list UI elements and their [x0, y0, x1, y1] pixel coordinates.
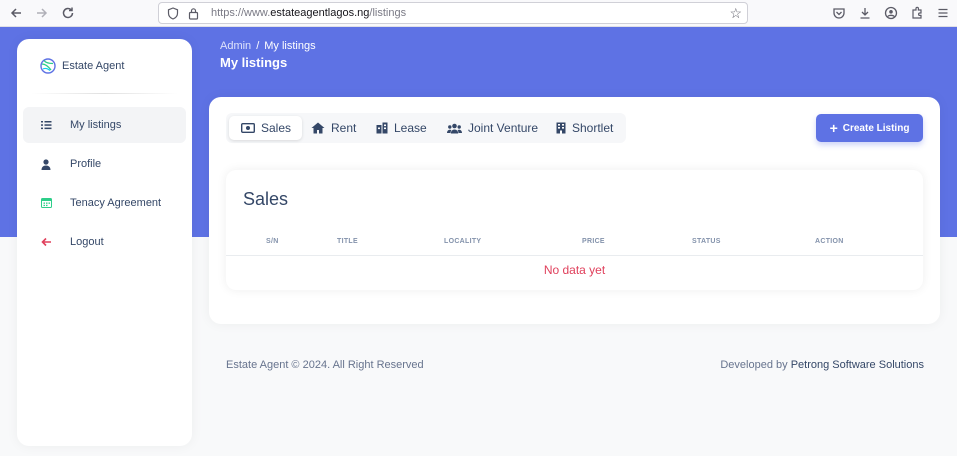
user-icon	[34, 158, 58, 170]
tab-lease[interactable]: Lease	[376, 116, 427, 140]
list-icon	[34, 120, 58, 130]
hotel-icon	[556, 122, 566, 134]
menu-icon[interactable]	[935, 5, 951, 21]
sidebar-item-label: Tenacy Agreement	[70, 197, 162, 209]
bookmark-star-icon[interactable]: ☆	[729, 5, 742, 22]
browser-toolbar: https://www.estateagentlagos.ng/listings…	[0, 0, 957, 27]
brand[interactable]: Estate Agent	[39, 57, 124, 75]
sidebar-item-tenacy-agreement[interactable]: Tenacy Agreement	[23, 185, 186, 221]
listings-card: Sales Rent Lease Joint Venture Shortlet	[209, 97, 940, 324]
footer-copyright: Estate Agent © 2024. All Right Reserved	[226, 359, 424, 371]
breadcrumb-parent[interactable]: Admin	[220, 40, 251, 52]
footer-credit: Developed by Petrong Software Solutions	[720, 359, 924, 371]
tab-label: Shortlet	[572, 121, 614, 135]
back-button[interactable]	[3, 0, 29, 26]
brand-name: Estate Agent	[62, 60, 125, 72]
sidebar-item-profile[interactable]: Profile	[23, 146, 186, 182]
breadcrumb: Admin / My listings	[220, 40, 316, 52]
create-listing-label: Create Listing	[842, 122, 910, 134]
footer-developed-by: Developed by	[720, 359, 788, 371]
create-listing-button[interactable]: + Create Listing	[816, 114, 923, 142]
reload-button[interactable]	[55, 0, 81, 26]
column-header-action: ACTION	[815, 238, 844, 245]
users-icon	[447, 123, 462, 134]
sidebar-item-my-listings[interactable]: My listings	[23, 107, 186, 143]
arrow-left-icon	[10, 8, 21, 18]
building-icon	[376, 122, 388, 134]
column-header-sn: S/N	[266, 238, 279, 245]
tab-sales[interactable]: Sales	[229, 116, 303, 140]
sidebar: Estate Agent My listings Profile Tenacy …	[17, 39, 192, 446]
arrow-left-icon	[34, 237, 58, 247]
tab-label: Lease	[394, 121, 427, 135]
lock-icon	[185, 5, 201, 21]
column-header-locality: LOCALITY	[444, 238, 482, 245]
table-header-divider	[226, 255, 923, 256]
logo-icon	[40, 58, 56, 74]
column-header-price: PRICE	[582, 238, 605, 245]
forward-button[interactable]	[29, 0, 55, 26]
url-text: https://www.estateagentlagos.ng/listings	[211, 7, 407, 19]
tab-rent[interactable]: Rent	[311, 116, 356, 140]
column-header-title: TITLE	[337, 238, 358, 245]
plus-icon: +	[829, 120, 838, 136]
sidebar-item-label: My listings	[70, 119, 122, 131]
sidebar-divider	[31, 93, 178, 94]
address-bar[interactable]: https://www.estateagentlagos.ng/listings…	[158, 2, 748, 24]
tab-label: Joint Venture	[468, 121, 539, 135]
home-icon	[311, 122, 325, 134]
tab-label: Rent	[331, 121, 357, 135]
column-header-status: STATUS	[692, 238, 721, 245]
page-title: My listings	[220, 55, 288, 70]
empty-state-message: No data yet	[543, 263, 606, 277]
shield-icon	[165, 5, 181, 21]
sidebar-item-label: Logout	[70, 236, 104, 248]
sidebar-item-logout[interactable]: Logout	[23, 224, 186, 260]
browser-actions	[831, 0, 951, 26]
account-icon[interactable]	[883, 5, 899, 21]
breadcrumb-current: My listings	[264, 40, 316, 52]
reload-icon	[62, 7, 74, 19]
footer-company-link[interactable]: Petrong Software Solutions	[791, 359, 924, 371]
calendar-icon	[34, 198, 58, 208]
listing-type-tabs: Sales Rent Lease Joint Venture Shortlet	[226, 113, 626, 143]
tab-label: Sales	[261, 121, 292, 135]
table-title: Sales	[243, 189, 289, 209]
sales-table-card: Sales S/N TITLE LOCALITY PRICE STATUS AC…	[226, 170, 923, 290]
tab-joint-venture[interactable]: Joint Venture	[447, 116, 538, 140]
tab-shortlet[interactable]: Shortlet	[556, 116, 613, 140]
download-icon[interactable]	[857, 5, 873, 21]
pocket-icon[interactable]	[831, 5, 847, 21]
breadcrumb-separator: /	[256, 40, 260, 52]
money-bill-icon	[241, 123, 255, 133]
arrow-right-icon	[37, 8, 48, 18]
extensions-icon[interactable]	[909, 5, 925, 21]
sidebar-item-label: Profile	[70, 158, 102, 170]
